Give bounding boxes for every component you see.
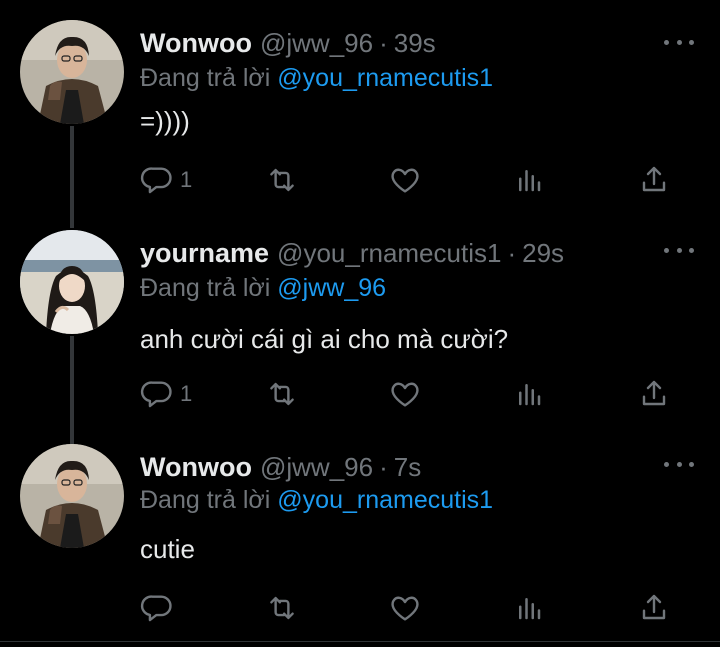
- like-button[interactable]: [388, 374, 422, 414]
- timestamp[interactable]: 39s: [394, 28, 436, 58]
- avatar[interactable]: [20, 230, 124, 334]
- more-icon[interactable]: [664, 32, 694, 52]
- reply-icon: [140, 167, 172, 194]
- user-handle[interactable]: @jww_96: [260, 452, 373, 482]
- replying-prefix: Đang trả lời: [140, 274, 271, 302]
- reply-icon: [140, 595, 172, 622]
- reply-count: 1: [180, 167, 193, 192]
- views-icon: [519, 384, 541, 406]
- retweet-icon: [270, 382, 294, 406]
- tweet-header: yourname @you_rnamecutis1 · 29s: [140, 238, 564, 274]
- separator-dot: ·: [379, 452, 388, 482]
- timestamp[interactable]: 7s: [394, 452, 421, 482]
- share-button[interactable]: [638, 588, 670, 628]
- share-button[interactable]: [638, 374, 670, 414]
- reply-button[interactable]: [140, 588, 180, 628]
- tweet-text: cutie: [140, 534, 195, 564]
- tweet[interactable]: Wonwoo @jww_96 · 7s Đang trả lời @you_rname…: [0, 428, 720, 642]
- tweet-actions: 1: [140, 374, 680, 414]
- share-button[interactable]: [638, 160, 670, 200]
- retweet-icon: [270, 168, 294, 192]
- timestamp[interactable]: 29s: [522, 238, 564, 268]
- reply-button[interactable]: 1: [140, 374, 192, 414]
- views-icon: [519, 170, 541, 192]
- more-icon[interactable]: [664, 240, 694, 260]
- display-name[interactable]: Wonwoo: [140, 452, 252, 482]
- more-icon[interactable]: [664, 454, 694, 474]
- bottom-divider: [0, 641, 720, 642]
- like-icon: [391, 382, 419, 407]
- replying-prefix: Đang trả lời: [140, 64, 271, 92]
- display-name[interactable]: Wonwoo: [140, 28, 252, 58]
- tweet-text: =)))): [140, 106, 190, 136]
- retweet-button[interactable]: [264, 588, 300, 628]
- share-icon: [642, 166, 666, 192]
- tweet-actions: [140, 588, 680, 628]
- replying-mention[interactable]: @you_rnamecutis1: [277, 64, 493, 92]
- share-icon: [642, 380, 666, 406]
- replying-to: Đang trả lời @you_rnamecutis1: [140, 64, 493, 93]
- like-icon: [391, 168, 419, 193]
- avatar[interactable]: [20, 444, 124, 548]
- replying-mention[interactable]: @you_rnamecutis1: [277, 486, 493, 514]
- user-handle[interactable]: @jww_96: [260, 28, 373, 58]
- separator-dot: ·: [379, 28, 388, 58]
- views-button[interactable]: [514, 160, 544, 200]
- reply-count: 1: [180, 381, 193, 406]
- views-icon: [519, 598, 541, 620]
- views-button[interactable]: [514, 374, 544, 414]
- tweet-header: Wonwoo @jww_96 · 7s: [140, 452, 421, 488]
- retweet-button[interactable]: [264, 160, 300, 200]
- tweet-actions: 1: [140, 160, 680, 200]
- share-icon: [642, 594, 666, 620]
- retweet-icon: [270, 596, 294, 620]
- replying-to: Đang trả lời @jww_96: [140, 274, 386, 303]
- tweet-header: Wonwoo @jww_96 · 39s: [140, 28, 436, 64]
- display-name[interactable]: yourname: [140, 238, 269, 268]
- replying-mention[interactable]: @jww_96: [277, 274, 386, 302]
- user-handle[interactable]: @you_rnamecutis1: [277, 238, 501, 268]
- replying-prefix: Đang trả lời: [140, 486, 271, 514]
- like-button[interactable]: [388, 588, 422, 628]
- reply-icon: [140, 381, 172, 408]
- reply-button[interactable]: 1: [140, 160, 192, 200]
- like-button[interactable]: [388, 160, 422, 200]
- like-icon: [391, 596, 419, 621]
- views-button[interactable]: [514, 588, 544, 628]
- avatar[interactable]: [20, 20, 124, 124]
- separator-dot: ·: [507, 238, 517, 268]
- tweet-text: anh cười cái gì ai cho mà cười?: [140, 324, 509, 354]
- retweet-button[interactable]: [264, 374, 300, 414]
- tweet[interactable]: yourname @you_rnamecutis1 · 29s Đang trả lờ…: [0, 212, 720, 428]
- replying-to: Đang trả lời @you_rnamecutis1: [140, 486, 493, 515]
- tweet[interactable]: Wonwoo @jww_96 · 39s Đang trả lời @you_rnam…: [0, 0, 720, 212]
